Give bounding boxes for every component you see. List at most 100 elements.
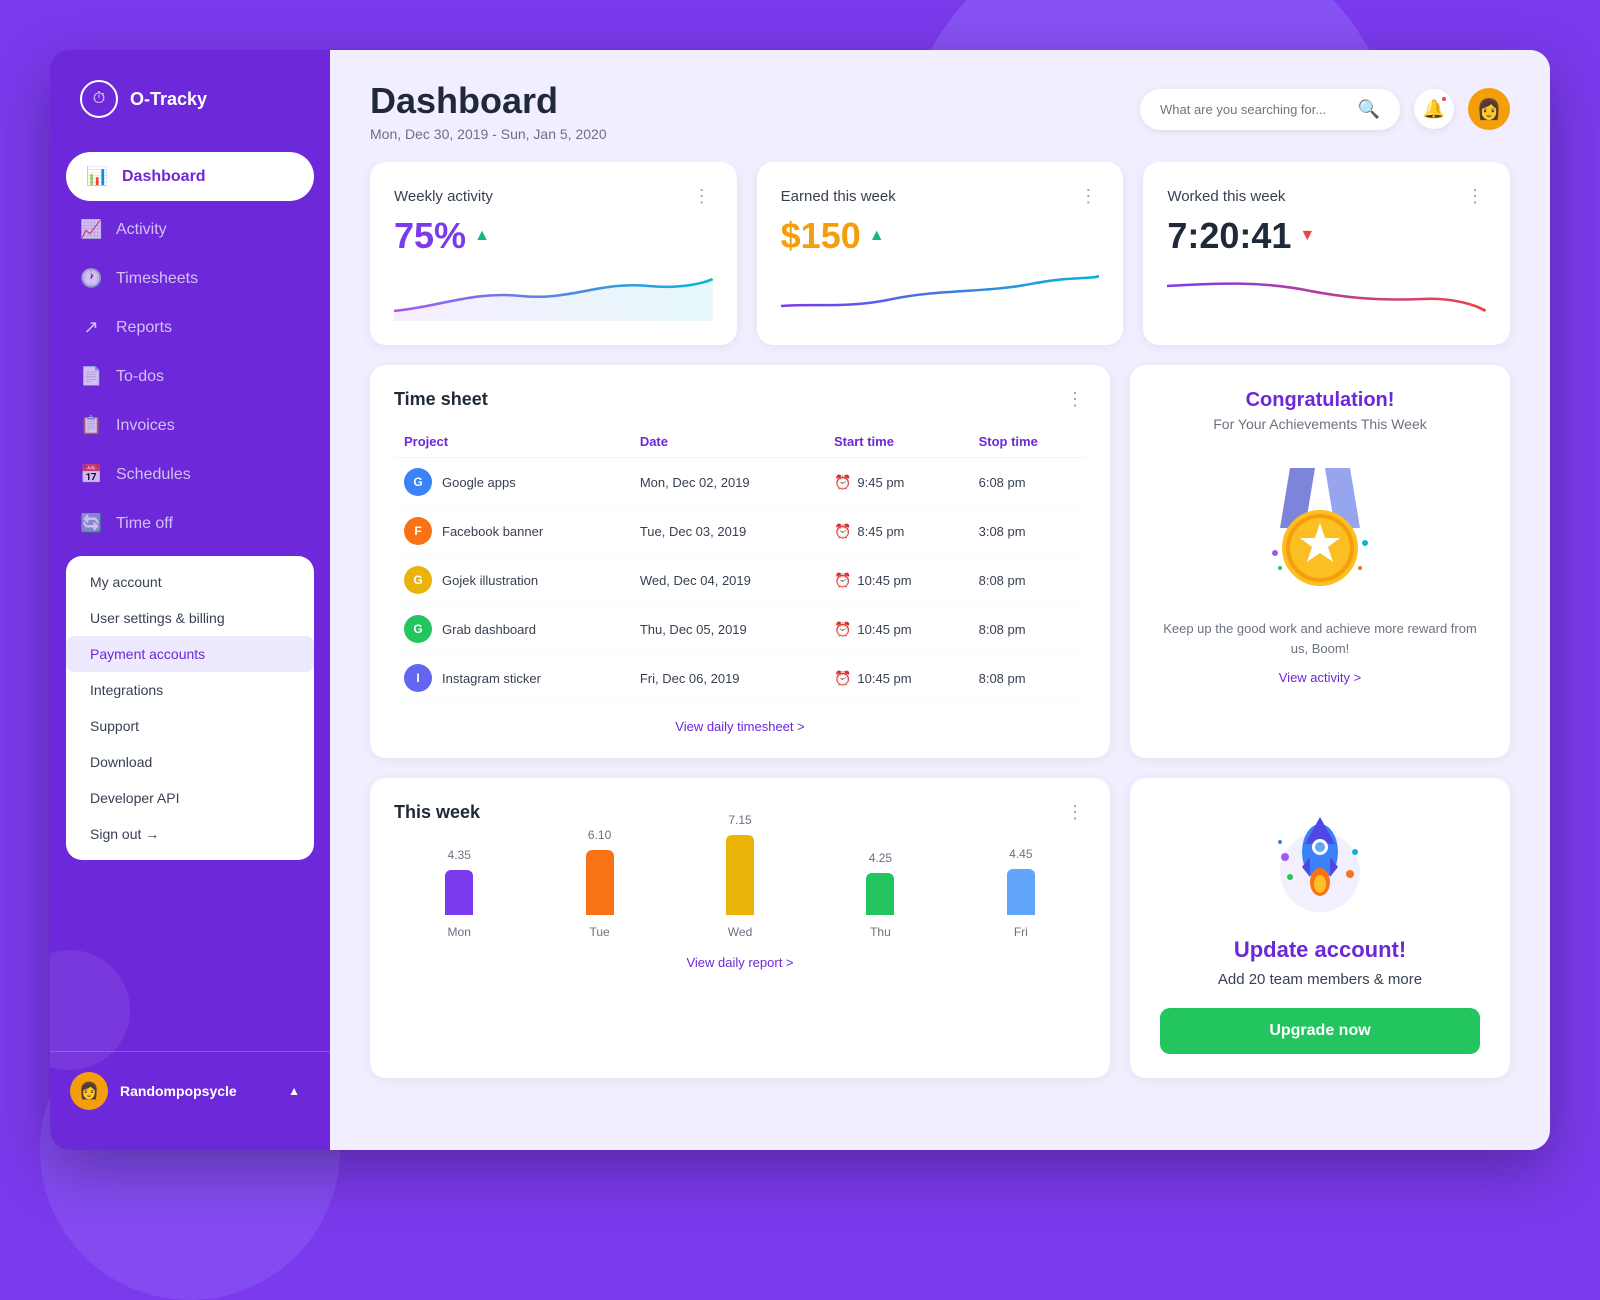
stop-time-cell: 3:08 pm <box>969 507 1086 556</box>
bar <box>445 870 473 915</box>
invoices-icon: 📋 <box>80 415 102 436</box>
date-cell: Thu, Dec 05, 2019 <box>630 605 824 654</box>
user-name: Randompopsycle <box>120 1083 276 1099</box>
sidebar-item-reports[interactable]: ↗ Reports <box>50 303 330 352</box>
stop-time-cell: 6:08 pm <box>969 458 1086 507</box>
more-button[interactable]: ⋮ <box>1466 186 1486 207</box>
project-cell: I Instagram sticker <box>394 654 630 703</box>
congrats-card: Congratulation! For Your Achievements Th… <box>1130 365 1510 758</box>
bar-value: 4.25 <box>869 851 892 865</box>
search-bar[interactable]: 🔍 <box>1140 89 1400 130</box>
bar-value: 4.35 <box>448 848 471 862</box>
congrats-title: Congratulation! <box>1246 389 1395 412</box>
this-week-card: This week ⋮ 4.35 Mon 6.10 Tue 7.15 Wed 4… <box>370 778 1110 1078</box>
earned-card: Earned this week ⋮ $150 ▲ <box>757 162 1124 345</box>
bar-day: Mon <box>448 925 471 939</box>
bar-day: Thu <box>870 925 891 939</box>
sidebar-item-label: Dashboard <box>122 168 206 186</box>
sidebar-item-schedules[interactable]: 📅 Schedules <box>50 450 330 499</box>
stat-title: Weekly activity <box>394 188 493 205</box>
sparkline-worked <box>1167 271 1486 321</box>
bar <box>1007 869 1035 915</box>
submenu-my-account[interactable]: My account <box>66 564 314 600</box>
sidebar-submenu: My account User settings & billing Payme… <box>66 556 314 860</box>
timesheet-more-button[interactable]: ⋮ <box>1066 389 1086 410</box>
submenu-integrations[interactable]: Integrations <box>66 672 314 708</box>
timesheet-card: Time sheet ⋮ Project Date Start time Sto… <box>370 365 1110 758</box>
stop-time-cell: 8:08 pm <box>969 654 1086 703</box>
sidebar-item-label: Activity <box>116 221 167 239</box>
submenu-payment-accounts[interactable]: Payment accounts <box>66 636 314 672</box>
date-cell: Fri, Dec 06, 2019 <box>630 654 824 703</box>
stat-value-row: 75% ▲ <box>394 215 713 257</box>
bar <box>586 850 614 915</box>
sidebar-logo[interactable]: ⏱ O-Tracky <box>50 80 330 148</box>
stat-value: 75% <box>394 215 466 257</box>
header: Dashboard Mon, Dec 30, 2019 - Sun, Jan 5… <box>330 50 1550 162</box>
sidebar-item-invoices[interactable]: 📋 Invoices <box>50 401 330 450</box>
sidebar-item-activity[interactable]: 📈 Activity <box>50 205 330 254</box>
stop-time-cell: 8:08 pm <box>969 556 1086 605</box>
bar-group: 4.45 Fri <box>956 847 1086 939</box>
submenu-user-settings[interactable]: User settings & billing <box>66 600 314 636</box>
timesheet-header: Time sheet ⋮ <box>394 389 1086 410</box>
notification-button[interactable]: 🔔 <box>1414 89 1454 129</box>
bottom-row: This week ⋮ 4.35 Mon 6.10 Tue 7.15 Wed 4… <box>370 778 1510 1078</box>
bar-day: Fri <box>1014 925 1028 939</box>
update-title: Update account! <box>1234 937 1406 963</box>
sidebar-item-label: To-dos <box>116 368 164 386</box>
upgrade-button[interactable]: Upgrade now <box>1160 1008 1480 1054</box>
week-title: This week <box>394 802 480 823</box>
dashboard-icon: 📊 <box>86 166 108 187</box>
col-project: Project <box>394 426 630 458</box>
table-row: G Gojek illustration Wed, Dec 04, 2019 ⏰… <box>394 556 1086 605</box>
view-report-link[interactable]: View daily report > <box>394 955 1086 970</box>
sidebar-item-label: Schedules <box>116 466 191 484</box>
arrow-up-icon: ▲ <box>869 227 885 245</box>
stat-value-row: $150 ▲ <box>781 215 1100 257</box>
bar-group: 7.15 Wed <box>675 813 805 939</box>
dashboard-body: Weekly activity ⋮ 75% ▲ <box>330 162 1550 1150</box>
stat-card-header: Weekly activity ⋮ <box>394 186 713 207</box>
search-input[interactable] <box>1160 102 1350 117</box>
activity-icon: 📈 <box>80 219 102 240</box>
signout-icon: → <box>145 826 159 842</box>
schedules-icon: 📅 <box>80 464 102 485</box>
sidebar-item-todos[interactable]: 📄 To-dos <box>50 352 330 401</box>
week-more-button[interactable]: ⋮ <box>1066 802 1086 823</box>
logo-icon: ⏱ <box>80 80 118 118</box>
col-start: Start time <box>824 426 969 458</box>
more-button[interactable]: ⋮ <box>693 186 713 207</box>
start-time-cell: ⏰ 10:45 pm <box>824 556 969 605</box>
project-cell: G Gojek illustration <box>394 556 630 605</box>
submenu-developer-api[interactable]: Developer API <box>66 780 314 816</box>
start-time-cell: ⏰ 8:45 pm <box>824 507 969 556</box>
bar-group: 4.35 Mon <box>394 848 524 939</box>
submenu-download[interactable]: Download <box>66 744 314 780</box>
more-button[interactable]: ⋮ <box>1079 186 1099 207</box>
timesheet-table: Project Date Start time Stop time G Goog… <box>394 426 1086 703</box>
sidebar-item-timeoff[interactable]: 🔄 Time off <box>50 499 330 548</box>
arrow-up-icon: ▲ <box>474 227 490 245</box>
sidebar-item-timesheets[interactable]: 🕐 Timesheets <box>50 254 330 303</box>
sidebar-nav: 📊 Dashboard 📈 Activity 🕐 Timesheets ↗ Re… <box>50 148 330 1041</box>
project-cell: F Facebook banner <box>394 507 630 556</box>
table-row: I Instagram sticker Fri, Dec 06, 2019 ⏰ … <box>394 654 1086 703</box>
view-activity-link[interactable]: View activity > <box>1279 670 1362 685</box>
logo-text: O-Tracky <box>130 89 207 110</box>
search-button[interactable]: 🔍 <box>1358 99 1380 120</box>
middle-row: Time sheet ⋮ Project Date Start time Sto… <box>370 365 1510 758</box>
bar-value: 7.15 <box>728 813 751 827</box>
user-avatar-header[interactable]: 👩 <box>1468 88 1510 130</box>
stats-row: Weekly activity ⋮ 75% ▲ <box>370 162 1510 345</box>
submenu-support[interactable]: Support <box>66 708 314 744</box>
date-cell: Wed, Dec 04, 2019 <box>630 556 824 605</box>
stat-title: Worked this week <box>1167 188 1285 205</box>
stat-value-row: 7:20:41 ▼ <box>1167 215 1486 257</box>
submenu-sign-out[interactable]: Sign out → <box>66 816 314 852</box>
stat-card-header: Earned this week ⋮ <box>781 186 1100 207</box>
timeoff-icon: 🔄 <box>80 513 102 534</box>
sidebar-item-label: Reports <box>116 319 172 337</box>
view-timesheet-link[interactable]: View daily timesheet > <box>394 719 1086 734</box>
sidebar-item-dashboard[interactable]: 📊 Dashboard <box>66 152 314 201</box>
